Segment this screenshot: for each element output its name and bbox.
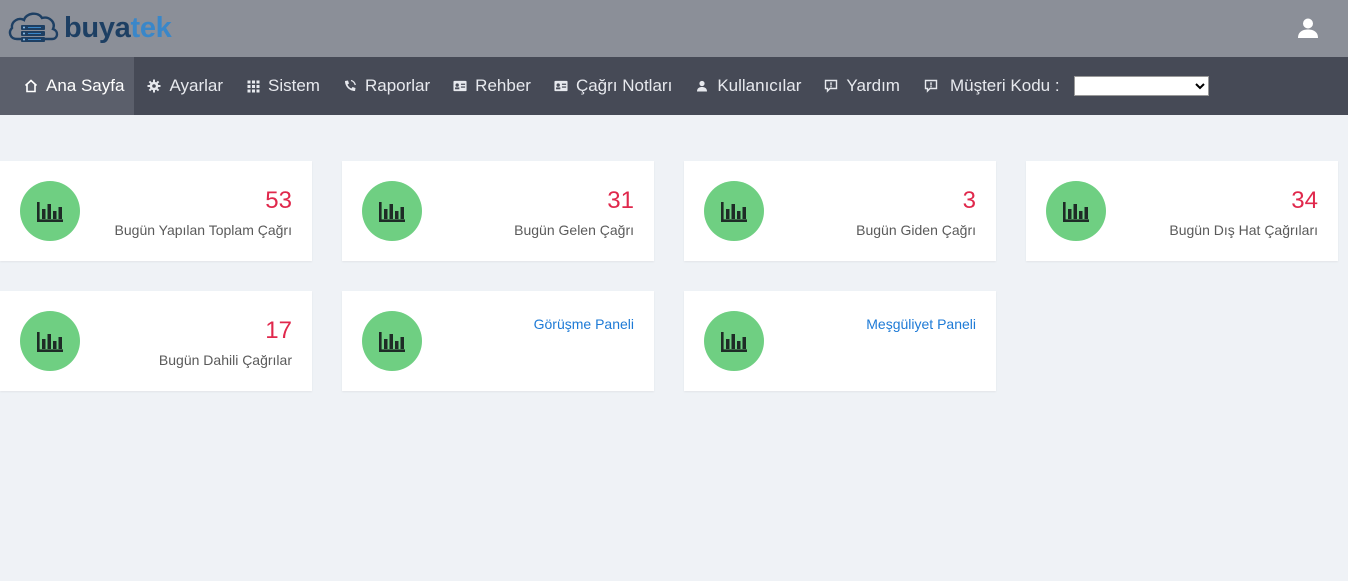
contact-card-icon (554, 79, 568, 93)
stat-label: Bugün Yapılan Toplam Çağrı (114, 222, 292, 238)
bar-chart-icon (704, 181, 764, 241)
bar-chart-icon (362, 181, 422, 241)
chat-icon (824, 79, 838, 93)
stat-value: 53 (265, 187, 292, 214)
chat-icon (924, 79, 938, 93)
panel-card-gorusme: Görüşme Paneli (342, 291, 654, 391)
nav-item-label: Rehber (475, 76, 531, 95)
contact-card-icon (453, 79, 467, 93)
gorusme-panel-link[interactable]: Görüşme Paneli (534, 316, 634, 332)
nav-item-label: Çağrı Notları (575, 76, 673, 95)
nav-item-label: Yardım (846, 76, 900, 95)
nav-item-raporlar[interactable]: Raporlar (330, 57, 440, 115)
customer-code-label: Müşteri Kodu : (949, 76, 1060, 95)
bar-chart-icon (1046, 181, 1106, 241)
bar-chart-icon (362, 311, 422, 371)
top-header: buyatek (0, 0, 1348, 57)
nav-item-ayarlar[interactable]: Ayarlar (134, 57, 233, 115)
phone-icon (343, 79, 357, 93)
nav-item-label: Sistem (268, 76, 320, 95)
stat-value: 31 (607, 187, 634, 214)
home-icon (24, 79, 38, 93)
stat-label: Bugün Gelen Çağrı (514, 222, 634, 238)
stat-card-incoming-calls: 31 Bugün Gelen Çağrı (342, 161, 654, 261)
customer-code-select[interactable] (1073, 76, 1209, 96)
panel-card-mesguliyet: Meşgüliyet Paneli (684, 291, 996, 391)
nav-item-kullanicilar[interactable]: Kullanıcılar (682, 57, 811, 115)
grid-icon (246, 79, 260, 93)
nav-item-cagri-notlari[interactable]: Çağrı Notları (541, 57, 682, 115)
nav-item-label: Ayarlar (169, 76, 223, 95)
nav-item-rehber[interactable]: Rehber (440, 57, 541, 115)
user-icon (695, 79, 709, 93)
nav-item-label: Kullanıcılar (717, 76, 802, 95)
nav-item-ana-sayfa[interactable]: Ana Sayfa (0, 57, 135, 115)
bar-chart-icon (20, 181, 80, 241)
mesguliyet-panel-link[interactable]: Meşgüliyet Paneli (866, 316, 976, 332)
cloud-server-icon (8, 12, 59, 42)
stat-value: 34 (1291, 187, 1318, 214)
stat-card-external-calls: 34 Bugün Dış Hat Çağrıları (1026, 161, 1338, 261)
stat-card-outgoing-calls: 3 Bugün Giden Çağrı (684, 161, 996, 261)
stat-label: Bugün Dahili Çağrılar (158, 352, 292, 368)
logo[interactable]: buyatek (7, 8, 172, 48)
stat-value: 3 (962, 187, 976, 214)
stat-label: Bugün Giden Çağrı (856, 222, 976, 238)
nav-item-yardim[interactable]: Yardım (811, 57, 910, 115)
nav-item-sistem[interactable]: Sistem (233, 57, 330, 115)
nav-item-label: Ana Sayfa (46, 76, 125, 95)
gear-icon (147, 79, 161, 93)
stat-card-internal-calls: 17 Bugün Dahili Çağrılar (0, 291, 312, 391)
bar-chart-icon (704, 311, 764, 371)
nav-item-label: Raporlar (364, 76, 431, 95)
logo-text-part1: buya (64, 11, 131, 44)
stat-value: 17 (265, 317, 292, 344)
stat-label: Bugün Dış Hat Çağrıları (1169, 222, 1318, 238)
main-nav: Ana Sayfa Ayarlar Sistem Raporlar Rehber… (0, 57, 1348, 115)
bar-chart-icon (20, 311, 80, 371)
logo-text-part2: tek (130, 11, 172, 44)
logo-text: buyatek (64, 11, 172, 44)
stat-card-total-calls: 53 Bugün Yapılan Toplam Çağrı (0, 161, 312, 261)
user-icon[interactable] (1296, 16, 1320, 40)
customer-code-section: Müşteri Kodu : (910, 57, 1219, 115)
